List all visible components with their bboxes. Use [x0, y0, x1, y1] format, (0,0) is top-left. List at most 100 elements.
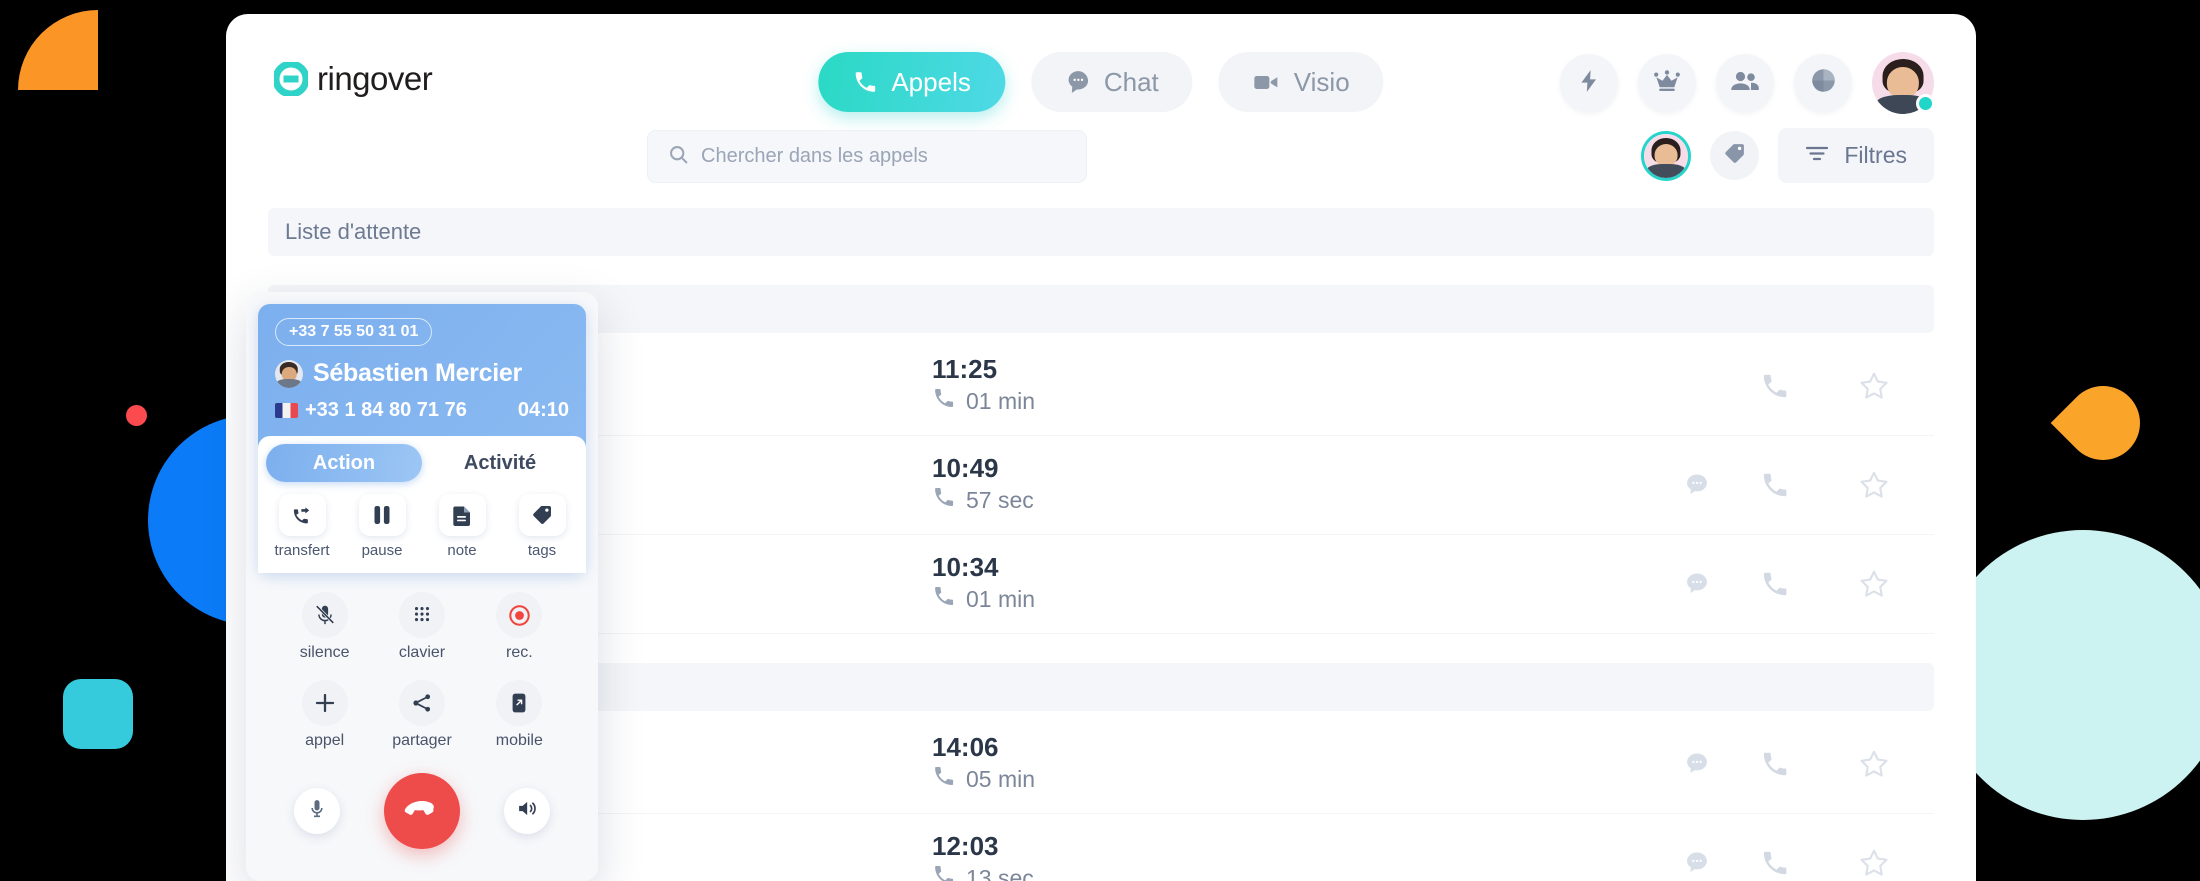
tag-filter-button[interactable]: [1710, 131, 1760, 180]
user-avatar[interactable]: [1872, 52, 1935, 114]
action-transfert-label: transfert: [274, 542, 330, 559]
filters-button[interactable]: Filtres: [1778, 128, 1934, 183]
calls-group-header: Liste d'attente: [268, 208, 1934, 256]
action-note[interactable]: note: [428, 494, 496, 559]
call-back-phone-icon[interactable]: [1736, 470, 1814, 500]
caller-name: Sébastien Mercier: [313, 359, 522, 387]
call-widget-header: +33 7 55 50 31 01 Sébastien Mercier +33 …: [258, 304, 586, 573]
tab-visio[interactable]: Visio: [1218, 52, 1384, 112]
chat-bubble-icon[interactable]: [1658, 750, 1736, 778]
call-time: 11:25: [932, 354, 998, 385]
chat-bubble-icon[interactable]: [1658, 570, 1736, 598]
call-transfer-icon: [278, 494, 326, 536]
control-partager[interactable]: partager: [392, 680, 452, 750]
crown-icon: [1653, 68, 1681, 99]
tab-appels[interactable]: Appels: [818, 52, 1005, 112]
call-back-phone-icon[interactable]: [1736, 371, 1814, 401]
caller-avatar: [275, 359, 303, 388]
search-placeholder-text: Chercher dans les appels: [701, 145, 928, 167]
call-bottom-bar: [246, 773, 598, 849]
filters-label: Filtres: [1844, 142, 1907, 168]
call-time-column: 14:06 05 min: [932, 732, 1232, 795]
crown-icon-button[interactable]: [1638, 54, 1696, 112]
dialpad-icon: [398, 592, 445, 638]
call-duration: 05 min: [932, 764, 1232, 796]
lightning-icon: [1576, 68, 1602, 99]
control-rec-label: rec.: [505, 644, 533, 661]
control-appel[interactable]: appel: [301, 680, 348, 750]
action-transfert[interactable]: transfert: [268, 494, 336, 559]
france-flag-icon: [275, 403, 298, 418]
row-actions: [1232, 370, 1934, 402]
caller-line-badge: +33 7 55 50 31 01: [275, 318, 433, 346]
caller-identity: Sébastien Mercier: [275, 359, 569, 388]
note-document-icon: [438, 494, 486, 536]
star-outline-icon[interactable]: [1814, 568, 1934, 600]
control-silence-label: silence: [299, 644, 350, 661]
phone-icon: [932, 863, 956, 881]
decor-red-dot: [126, 405, 147, 426]
microphone-button[interactable]: [294, 788, 340, 834]
share-icon: [398, 680, 445, 726]
tag-icon: [1723, 142, 1746, 170]
online-status-dot: [1916, 94, 1935, 113]
contacts-icon-button[interactable]: [1716, 54, 1774, 112]
avatar-filter-button[interactable]: [1641, 130, 1692, 181]
ringover-logo[interactable]: ringover: [272, 60, 433, 98]
call-timer: 04:10: [517, 399, 569, 421]
tab-chat[interactable]: Chat: [1030, 52, 1193, 112]
tab-appels-label: Appels: [891, 66, 971, 97]
row-actions: [1232, 847, 1934, 879]
lightning-icon-button[interactable]: [1560, 54, 1618, 112]
action-tags[interactable]: tags: [508, 494, 576, 559]
phone-icon: [932, 764, 956, 796]
control-partager-label: partager: [392, 732, 452, 749]
call-back-phone-icon[interactable]: [1736, 569, 1814, 599]
widget-tab-activite[interactable]: Activité: [422, 444, 578, 482]
call-back-phone-icon[interactable]: [1736, 848, 1814, 878]
tab-chat-label: Chat: [1103, 66, 1159, 97]
control-silence[interactable]: silence: [300, 592, 350, 662]
page-root: ringover Appels Chat Visio Chercher dans…: [0, 0, 2200, 881]
call-time: 10:34: [932, 552, 999, 583]
chat-bubble-icon[interactable]: [1658, 849, 1736, 877]
tag-icon: [518, 494, 566, 536]
control-clavier[interactable]: clavier: [399, 592, 445, 662]
record-icon: [496, 592, 543, 638]
ringover-logo-icon: [272, 60, 310, 98]
star-outline-icon[interactable]: [1814, 469, 1934, 501]
caller-number-row: +33 1 84 80 71 76 04:10: [275, 399, 569, 422]
widget-tabs: Action Activité: [258, 436, 586, 490]
search-input[interactable]: Chercher dans les appels: [647, 130, 1087, 183]
speaker-icon: [516, 798, 538, 824]
action-note-label: note: [447, 542, 477, 559]
stats-pie-icon: [1810, 67, 1837, 99]
stats-pie-icon-button[interactable]: [1794, 54, 1852, 112]
action-pause[interactable]: pause: [348, 494, 416, 559]
call-duration: 13 sec: [932, 863, 1232, 881]
call-back-phone-icon[interactable]: [1736, 749, 1814, 779]
nav-tabs: Appels Chat Visio: [818, 52, 1384, 112]
widget-tab-action[interactable]: Action: [266, 444, 422, 482]
control-rec[interactable]: rec.: [496, 592, 543, 662]
row-actions: [1232, 568, 1934, 600]
call-time: 12:03: [932, 831, 999, 862]
row-actions: [1232, 469, 1934, 501]
star-outline-icon[interactable]: [1814, 748, 1934, 780]
star-outline-icon[interactable]: [1814, 370, 1934, 402]
active-call-widget: +33 7 55 50 31 01 Sébastien Mercier +33 …: [246, 292, 598, 881]
hangup-button[interactable]: [384, 773, 460, 849]
speaker-button[interactable]: [504, 788, 550, 834]
star-outline-icon[interactable]: [1814, 847, 1934, 879]
caller-number: +33 1 84 80 71 76: [305, 399, 467, 421]
search-toolbar: Chercher dans les appels Filtres: [226, 122, 1976, 208]
mic-muted-icon: [301, 592, 348, 638]
chat-bubble-icon[interactable]: [1658, 471, 1736, 499]
control-mobile-label: mobile: [495, 732, 543, 749]
top-navigation-bar: ringover Appels Chat Visio: [226, 14, 1976, 122]
phone-icon: [932, 485, 956, 517]
toolbar-right: Filtres: [1641, 128, 1934, 183]
control-mobile[interactable]: mobile: [496, 680, 543, 750]
pause-icon: [358, 494, 406, 536]
decor-cyan-circle: [1938, 530, 2200, 820]
